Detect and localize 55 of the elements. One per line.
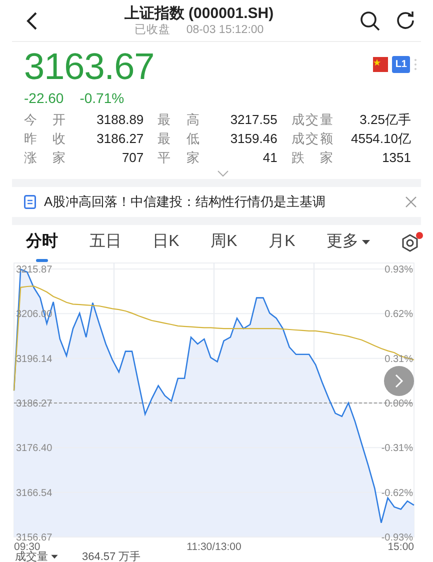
- y-axis-label: 3156.67: [16, 532, 52, 544]
- caret-icon: [51, 554, 58, 560]
- stat-value: 3217.55: [229, 111, 278, 129]
- stat-label: 最低: [158, 130, 200, 148]
- caret-icon: [362, 238, 370, 245]
- x-axis-label: 15:00: [388, 541, 414, 551]
- stat-value: 3188.89: [96, 111, 144, 129]
- stat-value: 1351: [381, 149, 411, 167]
- page-title: 上证指数 (000001.SH): [123, 4, 275, 22]
- timestamp: 08-03 15:12:00: [186, 22, 264, 36]
- stat-value: 3186.27: [96, 130, 144, 148]
- stat-value: 707: [120, 149, 144, 167]
- percent-axis-label: -0.93%: [381, 532, 413, 544]
- back-button[interactable]: [26, 10, 38, 30]
- document-icon: [24, 195, 36, 209]
- percent-axis-label: 0.31%: [384, 354, 413, 365]
- stat-label: 最高: [158, 111, 200, 129]
- chart-tab[interactable]: 更多: [326, 230, 370, 258]
- last-price: 3163.67: [24, 48, 154, 85]
- next-button[interactable]: [384, 366, 414, 396]
- chart-tab[interactable]: 周K: [210, 230, 238, 258]
- news-headline[interactable]: A股冲高回落！中信建投：结构性行情仍是主基调: [44, 192, 397, 212]
- stat-label: 成交量: [291, 111, 333, 129]
- search-button[interactable]: [360, 10, 380, 30]
- stat-value: 4554.10亿: [350, 130, 411, 148]
- percent-axis-label: -0.62%: [381, 488, 413, 499]
- percent-axis-label: 0.62%: [384, 309, 413, 320]
- y-axis-label: 3166.54: [16, 488, 52, 499]
- stat-label: 今开: [24, 111, 66, 129]
- stat-label: 昨收: [24, 130, 66, 148]
- y-axis-label: 3176.40: [16, 443, 52, 454]
- refresh-button[interactable]: [396, 11, 415, 30]
- y-axis-label: 3196.14: [16, 354, 52, 365]
- stat-label: 跌家: [291, 149, 333, 167]
- level-badge: L1: [392, 56, 410, 73]
- chart-tab[interactable]: 五日: [89, 230, 122, 258]
- x-axis-label: 09:30: [14, 541, 40, 551]
- stat-value: 41: [262, 149, 278, 167]
- market-status: 已收盘: [134, 22, 170, 36]
- price-change: -22.60: [24, 90, 64, 107]
- x-axis-label: 11:30/13:00: [186, 541, 242, 551]
- volume-selector[interactable]: 成交量: [15, 552, 58, 562]
- percent-axis-label: 0.93%: [384, 264, 413, 276]
- stat-label: 涨家: [24, 149, 66, 167]
- volume-value: 364.57 万手: [82, 552, 141, 562]
- stat-label: 成交额: [291, 130, 333, 148]
- close-icon[interactable]: [405, 196, 417, 208]
- chart-tab[interactable]: 日K: [152, 230, 180, 258]
- stat-value: 3.25亿手: [358, 111, 411, 129]
- percent-change: -0.71%: [80, 90, 124, 107]
- stat-value: 3159.46: [229, 130, 278, 148]
- stat-label: 平家: [158, 149, 200, 167]
- percent-axis-label: -0.31%: [381, 443, 413, 454]
- chart-tab[interactable]: 月K: [268, 230, 296, 258]
- flag-icon: [373, 57, 388, 72]
